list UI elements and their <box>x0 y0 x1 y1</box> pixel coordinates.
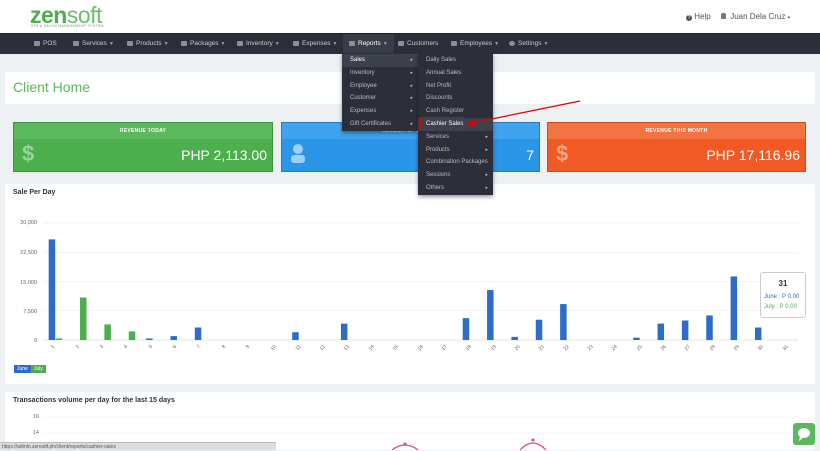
chat-bubble-icon <box>798 428 810 441</box>
chat-button[interactable] <box>793 423 815 445</box>
annotation-arrow <box>466 100 581 127</box>
status-url-bar: https://admin.zensoft.ph/client/reports/… <box>0 442 276 450</box>
